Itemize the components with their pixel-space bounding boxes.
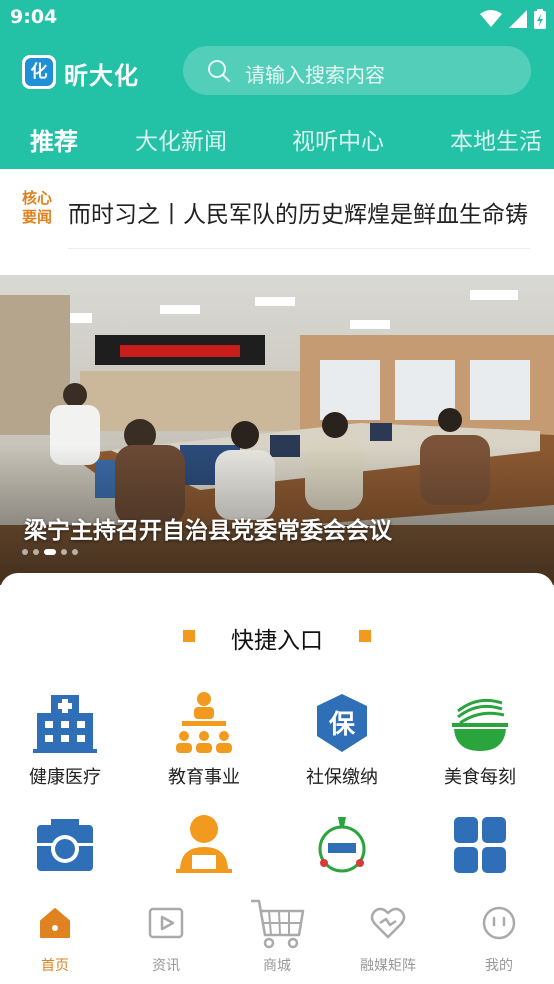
banner-title[interactable]: 梁宁主持召开自治县党委常委会会议 [24,511,392,545]
entry-social-security[interactable]: 保 社保缴纳 [277,691,407,801]
wifi-icon [480,10,502,27]
app-name: 昕大化 [64,62,139,90]
quick-entry-card: 快捷入口 健康医疗 教育事业 保 社保缴纳 美食每刻 [0,573,554,895]
app-logo-mark: 化 [25,58,53,86]
nav-label: 资讯 [152,958,180,974]
category-tabs: 推荐 大化新闻 视听中心 本地生活 [0,104,554,169]
nav-label: 首页 [41,958,69,974]
entry-label: 社保缴纳 [306,767,378,788]
camera-icon [37,819,93,871]
entry-food[interactable]: 美食每刻 [415,691,545,801]
carousel-dot [22,549,28,555]
bottom-nav: 首页 资讯 商城 融媒矩阵 我的 [0,895,554,984]
core-news-badge: 核心 要闻 [22,189,56,227]
carousel-dot [33,549,39,555]
tab-audio-visual[interactable]: 视听中心 [292,122,384,156]
carousel-dot-active [44,549,56,555]
nav-mine[interactable]: 我的 [444,895,554,984]
tab-dahua-news[interactable]: 大化新闻 [135,122,227,156]
nav-media-matrix[interactable]: 融媒矩阵 [333,895,443,984]
home-icon [40,908,70,938]
search-placeholder: 请输入搜索内容 [245,63,385,87]
search-icon [208,60,230,82]
headline-ticker[interactable]: 核心 要闻 而时习之丨人民军队的历史辉煌是鲜血生命铸就的 [0,169,554,250]
entry-label: 美食每刻 [444,767,516,788]
quick-entry-title: 快捷入口 [231,628,323,654]
nav-home[interactable]: 首页 [0,895,110,984]
tab-recommend[interactable]: 推荐 [30,122,78,157]
nav-label: 融媒矩阵 [360,958,416,974]
app-logo[interactable]: 化 [22,55,56,89]
video-play-icon [148,907,184,939]
entry-health-medical[interactable]: 健康医疗 [0,691,130,801]
smile-icon [482,906,516,940]
hospital-icon [33,695,97,753]
office-worker-icon [176,815,232,873]
ticker-headline[interactable]: 而时习之丨人民军队的历史辉煌是鲜血生命铸就的 [68,195,528,229]
tab-local-life[interactable]: 本地生活 [450,122,542,156]
status-time: 9:04 [10,6,58,28]
more-apps-icon [454,817,506,873]
battery-icon [534,9,546,29]
status-bar: 9:04 [0,0,554,38]
carousel-dot [61,549,67,555]
education-icon [176,692,232,753]
badge-line-1: 核心 [22,189,53,207]
banner-carousel[interactable]: 梁宁主持召开自治县党委常委会会议 [0,275,554,585]
social-security-icon: 保 [317,694,367,752]
map-emblem-icon [318,817,366,873]
noodle-bowl-icon [452,698,508,751]
cart-icon [251,899,305,949]
nav-news[interactable]: 资讯 [111,895,221,984]
entry-education[interactable]: 教育事业 [139,691,269,801]
title-ornament-right [359,630,371,642]
entry-label: 健康医疗 [29,767,101,788]
badge-line-2: 要闻 [22,208,53,226]
status-icons [480,8,546,30]
divider [68,248,530,249]
entry-label: 教育事业 [168,767,240,788]
carousel-dot [72,549,78,555]
nav-mall[interactable]: 商城 [222,895,332,984]
nav-label: 我的 [485,958,513,974]
app-bar: 化 昕大化 请输入搜索内容 [0,38,554,104]
svg-text:保: 保 [328,710,356,740]
carousel-indicator [22,548,78,556]
heart-link-icon [370,907,406,939]
signal-icon [509,10,527,28]
search-input[interactable]: 请输入搜索内容 [183,46,531,95]
nav-label: 商城 [263,958,291,974]
top-header: 9:04 化 昕大化 请输入搜索内容 推荐 大化新闻 视听中心 本地生活 [0,0,554,169]
